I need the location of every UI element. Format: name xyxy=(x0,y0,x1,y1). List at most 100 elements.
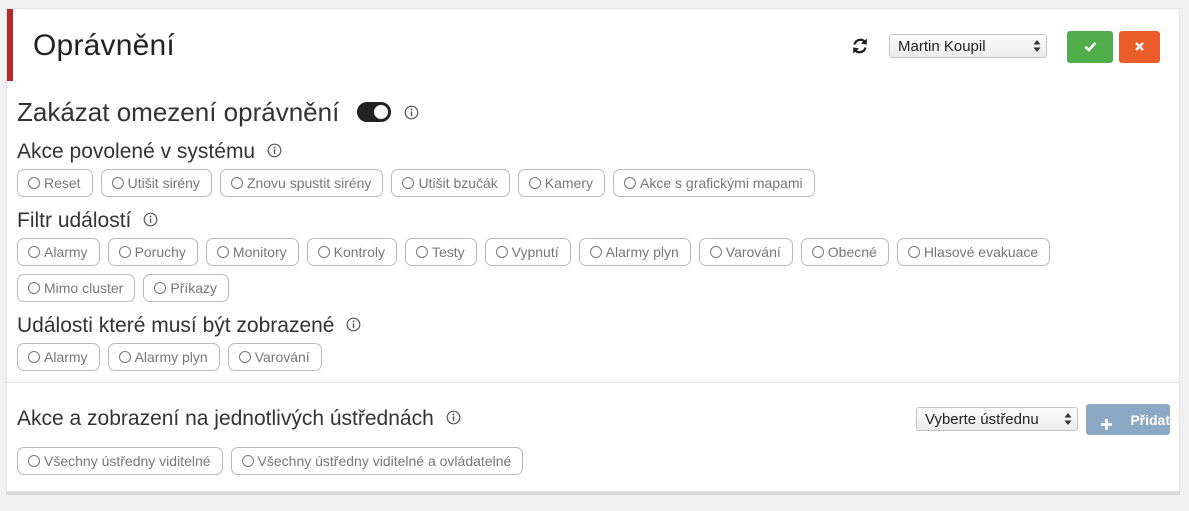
system-action-restart-sirens[interactable]: Znovu spustit sirény xyxy=(219,169,384,197)
user-select[interactable]: Martin Koupil xyxy=(889,34,1047,58)
radio-icon xyxy=(28,177,40,189)
chip-label: Vypnutí xyxy=(511,244,559,260)
event-filter-gas-alarms[interactable]: Alarmy plyn xyxy=(578,238,691,266)
section-divider xyxy=(7,382,1179,383)
radio-icon xyxy=(709,246,722,258)
chip-label: Testy xyxy=(431,244,465,260)
chip-label: Alarmy xyxy=(44,349,88,365)
event-filter-faults[interactable]: Poruchy xyxy=(107,238,198,266)
per-unit-options: Všechny ústředny viditelné Všechny ústře… xyxy=(17,447,524,475)
required-events-label: Události které musí být zobrazené xyxy=(17,314,335,337)
chip-label: Kontroly xyxy=(333,244,385,260)
radio-icon xyxy=(118,246,131,258)
system-action-silence-sirens[interactable]: Utišit sirény xyxy=(100,169,212,197)
confirm-button[interactable] xyxy=(1067,31,1113,63)
event-filter-monitors[interactable]: Monitory xyxy=(205,238,299,266)
chip-label: Alarmy xyxy=(44,244,88,260)
chip-label: Alarmy plyn xyxy=(605,244,679,260)
required-events-options: Alarmy Alarmy plyn Varování xyxy=(17,343,322,371)
toggle-knob xyxy=(373,105,388,120)
chip-label: Akce s grafickými mapami xyxy=(640,175,803,191)
radio-icon xyxy=(241,455,254,467)
radio-icon xyxy=(811,246,824,258)
all-units-visible[interactable]: Všechny ústředny viditelné xyxy=(17,447,223,475)
per-unit-label: Akce a zobrazení na jednotlivých ústředn… xyxy=(17,407,434,430)
event-filter-voice-evacuation[interactable]: Hlasové evakuace xyxy=(896,238,1051,266)
chip-label: Mimo cluster xyxy=(44,280,124,296)
permissions-panel: Oprávnění Martin Koupil Zakázat omezení … xyxy=(6,8,1180,492)
event-filter-tests[interactable]: Testy xyxy=(404,238,477,266)
required-event-warnings[interactable]: Varování xyxy=(227,343,322,371)
radio-icon xyxy=(118,351,131,363)
event-filter-options-row2: Mimo cluster Příkazy xyxy=(17,274,230,302)
system-action-cameras[interactable]: Kamery xyxy=(517,169,606,197)
chip-label: Alarmy plyn xyxy=(134,349,208,365)
radio-icon xyxy=(528,177,541,189)
chip-label: Varování xyxy=(254,349,310,365)
event-filter-heading: Filtr událostí xyxy=(17,209,158,233)
chip-label: Reset xyxy=(44,175,81,191)
accent-bar xyxy=(7,9,13,81)
radio-icon xyxy=(238,351,251,363)
select-arrows-icon xyxy=(1064,413,1072,425)
system-action-graphic-maps[interactable]: Akce s grafickými mapami xyxy=(613,169,815,197)
system-action-reset[interactable]: Reset xyxy=(17,169,93,197)
required-events-heading: Události které musí být zobrazené xyxy=(17,314,361,338)
add-unit-button[interactable]: Přidat xyxy=(1086,404,1170,435)
chip-label: Poruchy xyxy=(134,244,186,260)
user-select-value: Martin Koupil xyxy=(898,38,986,55)
panel-header: Oprávnění Martin Koupil xyxy=(7,9,1179,81)
disable-restrictions-label: Zakázat omezení oprávnění xyxy=(17,97,340,127)
chip-label: Monitory xyxy=(232,244,287,260)
chip-label: Utišit sirény xyxy=(127,175,200,191)
chip-label: Hlasové evakuace xyxy=(923,244,1039,260)
required-event-gas-alarms[interactable]: Alarmy plyn xyxy=(107,343,220,371)
chip-label: Obecné xyxy=(827,244,877,260)
unit-select[interactable]: Vyberte ústřednu xyxy=(916,407,1078,431)
radio-icon xyxy=(589,246,602,258)
event-filter-checks[interactable]: Kontroly xyxy=(306,238,397,266)
radio-icon xyxy=(495,246,508,258)
refresh-icon[interactable] xyxy=(850,36,870,56)
event-filter-outside-cluster[interactable]: Mimo cluster xyxy=(17,274,136,302)
select-arrows-icon xyxy=(1033,40,1041,52)
radio-icon xyxy=(111,177,124,189)
radio-icon xyxy=(154,282,167,294)
plus-icon xyxy=(1101,419,1113,430)
system-actions-heading: Akce povolené v systému xyxy=(17,140,282,164)
per-unit-heading: Akce a zobrazení na jednotlivých ústředn… xyxy=(17,407,461,431)
all-units-visible-controllable[interactable]: Všechny ústředny viditelné a ovládatelné xyxy=(230,447,524,475)
info-icon[interactable] xyxy=(404,105,419,120)
radio-icon xyxy=(907,246,920,258)
info-icon[interactable] xyxy=(267,143,282,158)
system-actions-label: Akce povolené v systému xyxy=(17,140,256,163)
radio-icon xyxy=(28,246,40,258)
info-icon[interactable] xyxy=(346,317,361,332)
chip-label: Znovu spustit sirény xyxy=(246,175,372,191)
event-filter-alarms[interactable]: Alarmy xyxy=(17,238,100,266)
radio-icon xyxy=(230,177,243,189)
info-icon[interactable] xyxy=(446,410,461,425)
page-title: Oprávnění xyxy=(33,29,175,62)
radio-icon xyxy=(402,177,415,189)
chip-label: Utišit bzučák xyxy=(418,175,498,191)
radio-icon xyxy=(28,455,40,467)
chip-label: Všechny ústředny viditelné a ovládatelné xyxy=(257,453,512,469)
event-filter-label: Filtr událostí xyxy=(17,209,132,232)
event-filter-commands[interactable]: Příkazy xyxy=(143,274,230,302)
cancel-button[interactable] xyxy=(1119,31,1160,63)
event-filter-general[interactable]: Obecné xyxy=(800,238,889,266)
radio-icon xyxy=(28,282,40,294)
event-filter-disablements[interactable]: Vypnutí xyxy=(484,238,571,266)
system-actions-options: Reset Utišit sirény Znovu spustit sirény… xyxy=(17,169,815,197)
unit-select-value: Vyberte ústřednu xyxy=(925,411,1039,428)
add-unit-label: Přidat xyxy=(1130,411,1170,428)
required-event-alarms[interactable]: Alarmy xyxy=(17,343,100,371)
check-icon xyxy=(1084,41,1096,52)
info-icon[interactable] xyxy=(143,212,158,227)
radio-icon xyxy=(216,246,229,258)
close-icon xyxy=(1135,42,1144,51)
system-action-silence-buzzer[interactable]: Utišit bzučák xyxy=(391,169,510,197)
event-filter-warnings[interactable]: Varování xyxy=(698,238,793,266)
disable-restrictions-toggle[interactable] xyxy=(356,102,391,123)
